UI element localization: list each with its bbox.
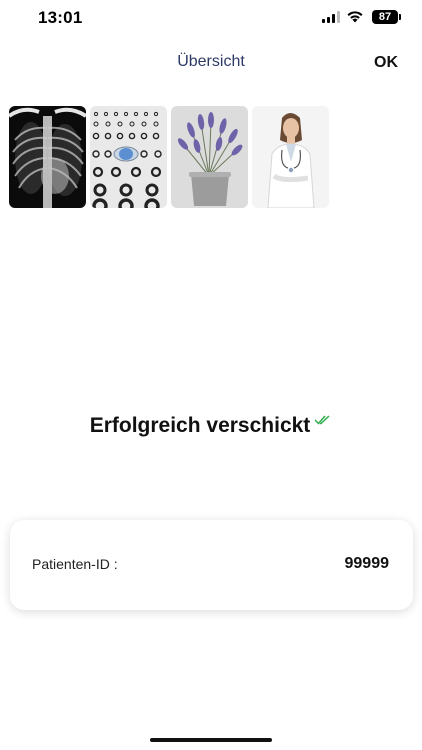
patient-id-value: 99999: [344, 555, 390, 572]
xray-thumbnail[interactable]: [9, 106, 86, 208]
home-indicator[interactable]: [150, 738, 272, 742]
success-text: Erfolgreich verschickt: [89, 414, 311, 437]
doctor-thumbnail[interactable]: [252, 106, 329, 208]
ok-button[interactable]: OK: [374, 54, 398, 72]
lavender-thumbnail[interactable]: [171, 106, 248, 208]
status-time: 13:01: [38, 8, 83, 27]
double-check-icon: [314, 415, 330, 425]
wifi-icon: [347, 11, 363, 23]
patient-id-card: Patienten-ID : 99999: [10, 520, 413, 610]
success-message: Erfolgreich verschickt: [0, 414, 422, 438]
image-thumbnails: [9, 106, 329, 208]
page-title: Übersicht: [177, 53, 245, 70]
status-bar: 13:01 87: [0, 0, 422, 36]
eye-chart-thumbnail[interactable]: [90, 106, 167, 208]
battery-icon: 87: [372, 10, 398, 24]
battery-tip: [399, 14, 401, 20]
patient-id-label: Patienten-ID :: [32, 556, 118, 572]
cellular-signal-icon: [322, 11, 340, 23]
